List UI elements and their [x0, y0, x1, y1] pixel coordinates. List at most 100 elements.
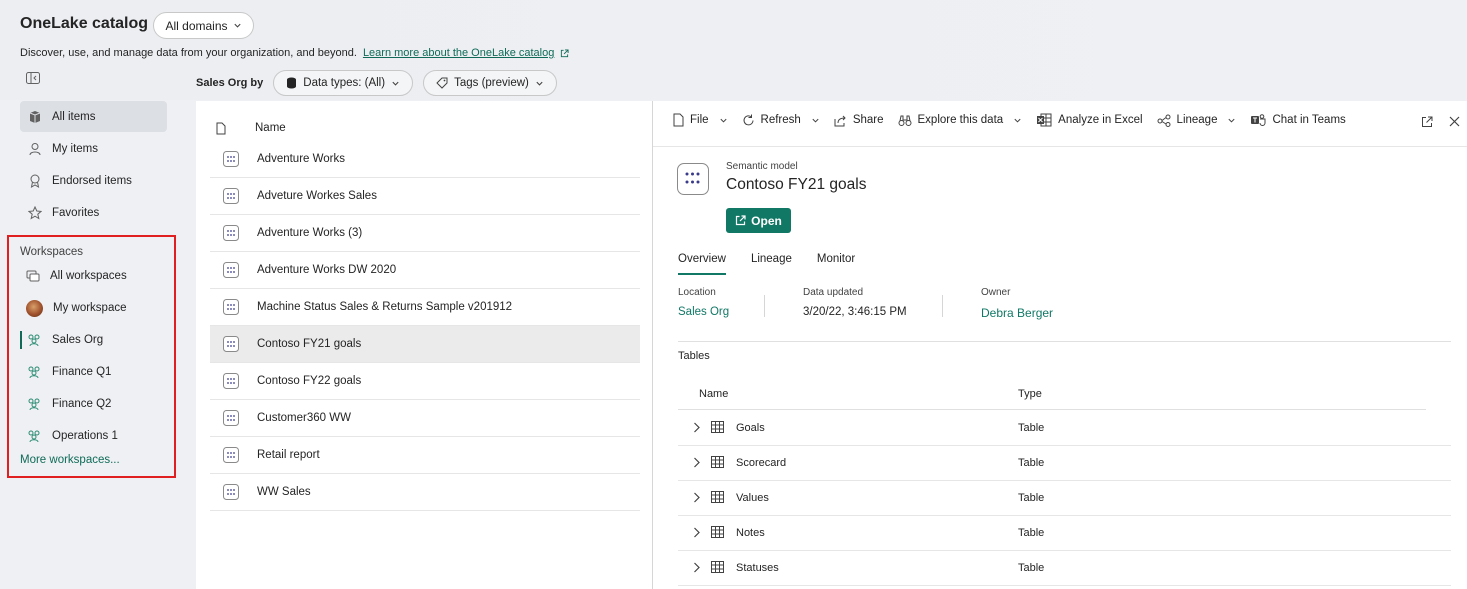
list-item-name: Adventure Works (3)	[257, 227, 363, 239]
semantic-model-icon	[223, 336, 239, 352]
sidebar-item-my-items[interactable]: My items	[20, 133, 167, 164]
table-type: Table	[1018, 527, 1045, 539]
tab-monitor[interactable]: Monitor	[817, 253, 855, 275]
analyze-label: Analyze in Excel	[1058, 114, 1143, 126]
sidebar-item-finance-q2[interactable]: Finance Q2	[20, 390, 167, 418]
lineage-label: Lineage	[1176, 114, 1218, 126]
list-item[interactable]: Contoso FY21 goals	[210, 326, 640, 363]
share-label: Share	[852, 114, 884, 126]
sidebar-item-label: My workspace	[53, 302, 127, 314]
data-types-filter[interactable]: Data types: (All)	[273, 70, 414, 96]
share-button[interactable]: Share	[834, 114, 884, 127]
more-workspaces-link[interactable]: More workspaces...	[20, 454, 120, 466]
page-title: OneLake catalog	[20, 15, 149, 32]
semantic-model-icon	[223, 262, 239, 278]
file-icon	[673, 113, 684, 127]
open-button[interactable]: Open	[726, 208, 791, 233]
table-icon	[711, 456, 724, 468]
table-row[interactable]: Statuses Table	[678, 551, 1451, 586]
meta-divider	[942, 295, 943, 317]
column-header-name[interactable]: Name	[255, 122, 286, 134]
list-item[interactable]: Machine Status Sales & Returns Sample v2…	[210, 289, 640, 326]
external-link-icon	[561, 48, 569, 57]
list-item-name: Machine Status Sales & Returns Sample v2…	[257, 301, 513, 313]
sidebar-item-label: All items	[52, 110, 96, 123]
database-icon	[287, 77, 297, 89]
domain-filter-button[interactable]: All domains	[153, 12, 254, 39]
list-item[interactable]: Adveture Workes Sales	[210, 178, 640, 215]
table-name: Values	[736, 492, 769, 504]
tab-overview[interactable]: Overview	[678, 253, 726, 275]
list-item[interactable]: Contoso FY22 goals	[210, 363, 640, 400]
list-item[interactable]: Customer360 WW	[210, 400, 640, 437]
list-item[interactable]: Retail report	[210, 437, 640, 474]
chevron-right-icon[interactable]	[692, 422, 701, 433]
sidebar-item-sales-org[interactable]: Sales Org	[20, 326, 167, 354]
open-external-icon	[736, 215, 746, 226]
location-field: Location Sales Org	[678, 287, 729, 318]
table-row[interactable]: Goals Table	[678, 411, 1451, 446]
learn-more-link[interactable]: Learn more about the OneLake catalog	[363, 47, 554, 59]
sidebar-item-my-workspace[interactable]: My workspace	[20, 294, 167, 322]
sidebar-item-label: Operations 1	[52, 430, 118, 442]
data-updated-value: 3/20/22, 3:46:15 PM	[803, 306, 907, 318]
table-row[interactable]: Scorecard Table	[678, 446, 1451, 481]
sidebar-item-all-items[interactable]: All items	[20, 101, 167, 132]
file-button[interactable]: File	[673, 113, 728, 127]
file-label: File	[690, 114, 709, 126]
workspaces-header: Workspaces	[20, 246, 84, 258]
people-icon	[28, 398, 40, 411]
popout-icon[interactable]	[1421, 116, 1433, 128]
list-item[interactable]: Adventure Works (3)	[210, 215, 640, 252]
table-row[interactable]: Notes Table	[678, 516, 1451, 551]
explore-data-button[interactable]: Explore this data	[898, 114, 1023, 127]
data-updated-label: Data updated	[803, 287, 864, 298]
table-name: Goals	[736, 422, 765, 434]
location-link[interactable]: Sales Org	[678, 306, 729, 318]
analyze-in-excel-button[interactable]: Analyze in Excel	[1036, 113, 1143, 127]
sidebar-item-finance-q1[interactable]: Finance Q1	[20, 358, 167, 386]
excel-icon	[1037, 113, 1052, 127]
chevron-right-icon[interactable]	[692, 562, 701, 573]
sidebar-item-label: Sales Org	[52, 334, 104, 346]
table-row[interactable]: Values Table	[678, 481, 1451, 516]
chevron-right-icon[interactable]	[692, 457, 701, 468]
semantic-model-icon	[223, 299, 239, 315]
tab-lineage[interactable]: Lineage	[751, 253, 792, 275]
chat-in-teams-button[interactable]: Chat in Teams	[1250, 113, 1346, 127]
close-icon[interactable]	[1449, 116, 1460, 127]
list-item-name: Adventure Works	[257, 153, 345, 165]
column-header-type[interactable]: Type	[1018, 388, 1042, 400]
chevron-right-icon[interactable]	[692, 527, 701, 538]
lineage-button[interactable]: Lineage	[1157, 114, 1237, 127]
column-header-name[interactable]: Name	[699, 388, 728, 400]
filter-label: Sales Org by	[196, 77, 264, 89]
chevron-right-icon[interactable]	[692, 492, 701, 503]
explore-label: Explore this data	[917, 114, 1004, 126]
list-item[interactable]: Adventure Works	[210, 141, 640, 178]
sidebar-item-all-workspaces[interactable]: All workspaces	[20, 262, 167, 290]
chevron-down-icon	[719, 118, 727, 123]
chevron-down-icon	[1228, 118, 1236, 123]
workspaces-icon	[26, 270, 40, 281]
semantic-model-icon	[677, 163, 709, 195]
item-type-label: Semantic model	[726, 161, 798, 172]
semantic-model-icon	[223, 151, 239, 167]
sidebar-item-label: Favorites	[52, 206, 100, 219]
chevron-down-icon	[233, 23, 241, 28]
tables-heading: Tables	[678, 350, 710, 362]
chevron-down-icon	[812, 118, 819, 123]
semantic-model-icon	[223, 188, 239, 204]
list-item[interactable]: Adventure Works DW 2020	[210, 252, 640, 289]
tags-filter[interactable]: Tags (preview)	[423, 70, 557, 96]
sidebar-item-endorsed-items[interactable]: Endorsed items	[20, 165, 167, 196]
chat-label: Chat in Teams	[1272, 114, 1346, 126]
sidebar-item-favorites[interactable]: Favorites	[20, 197, 167, 228]
refresh-button[interactable]: Refresh	[742, 114, 820, 127]
collapse-pane-icon[interactable]	[26, 72, 40, 84]
table-type: Table	[1018, 457, 1045, 469]
owner-link[interactable]: Debra Berger	[981, 306, 1053, 320]
list-item[interactable]: WW Sales	[210, 474, 640, 511]
owner-label: Owner	[981, 287, 1011, 298]
sidebar-item-operations-1[interactable]: Operations 1	[20, 422, 167, 450]
